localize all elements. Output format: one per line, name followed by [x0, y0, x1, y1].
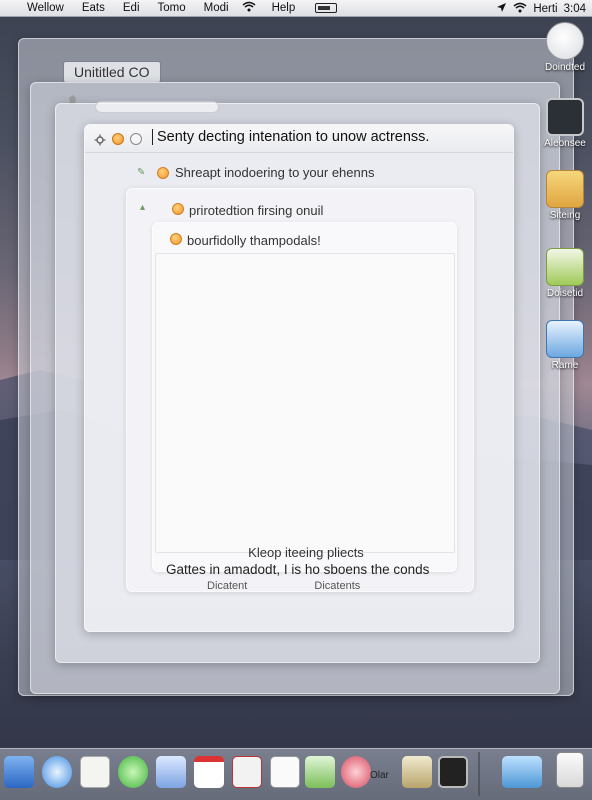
trash-icon[interactable]	[556, 752, 584, 788]
minimize-button[interactable]	[112, 133, 124, 145]
folder-icon[interactable]	[502, 756, 542, 788]
messages-icon[interactable]	[118, 756, 148, 788]
finder-icon[interactable]	[4, 756, 34, 788]
stickies-icon[interactable]	[270, 756, 300, 788]
footer-link-right[interactable]: Dicatents	[314, 580, 360, 592]
presentation-icon	[546, 320, 584, 358]
list-item[interactable]: bourfidolly thampodals!	[187, 233, 321, 248]
desktop-icon-siteing[interactable]: Siteing	[542, 170, 588, 221]
list-item[interactable]: prirotedtion firsing onuil	[189, 203, 323, 218]
menu-edi[interactable]: Edi	[123, 2, 140, 14]
desktop-icon-label: Aleonsee	[544, 138, 586, 149]
wifi-icon[interactable]	[242, 1, 256, 15]
row-bullet-icon	[170, 233, 182, 245]
menu-eats[interactable]: Eats	[82, 2, 105, 14]
notes-icon[interactable]	[80, 756, 110, 788]
desktop-icon-rame[interactable]: Rame	[542, 320, 588, 371]
status-text[interactable]: Herti	[533, 3, 557, 15]
preview-icon[interactable]	[402, 756, 432, 788]
row-bullet-icon	[157, 167, 169, 179]
monitor-icon	[546, 98, 584, 136]
zoom-button[interactable]	[130, 133, 142, 145]
package-icon	[546, 170, 584, 208]
menu-wellow[interactable]: Wellow	[27, 2, 64, 14]
calendar2-icon[interactable]	[194, 756, 224, 788]
blurred-toolbar	[95, 101, 219, 113]
photos-icon[interactable]	[305, 756, 335, 788]
footer-links: Dicatent Dicatents	[207, 580, 360, 592]
menu-tomo[interactable]: Tomo	[158, 2, 186, 14]
close-gear-icon[interactable]	[94, 133, 106, 146]
window-title: Senty decting intenation to unow actrens…	[152, 129, 429, 145]
notes-icon	[546, 248, 584, 286]
desktop-icon-label: Siteing	[549, 210, 581, 221]
acrobat-icon[interactable]	[232, 756, 262, 788]
desktop-icon-label: Rame	[551, 360, 579, 371]
leaf-icon: ▴	[140, 202, 146, 213]
calendar-icon[interactable]	[156, 756, 186, 788]
location-arrow-icon[interactable]	[496, 2, 507, 16]
desktop-icon-label: Doisetid	[546, 288, 584, 299]
menu-modi[interactable]: Modi	[204, 2, 229, 14]
footer-link-left[interactable]: Dicatent	[207, 580, 247, 592]
desktop-icon-label: Doindted	[544, 62, 586, 73]
clock[interactable]: 3:04	[564, 3, 586, 15]
flower-icon[interactable]	[341, 756, 371, 788]
row-bullet-icon	[172, 203, 184, 215]
desktop-icon-doisetid[interactable]: Doisetid	[542, 248, 588, 299]
desktop-icon-aleonsee[interactable]: Aleonsee	[542, 98, 588, 149]
footer-description: Gattes in amadodt, I is ho sboens the co…	[166, 562, 430, 577]
content-area[interactable]	[155, 253, 455, 553]
console-icon[interactable]	[438, 756, 468, 788]
list-item[interactable]: Shreapt inodoering to your ehenns	[175, 165, 374, 180]
footer-heading: Kleop iteeing pliects	[248, 545, 364, 560]
wifi-status-icon[interactable]	[513, 2, 527, 16]
dock-label: Olar	[370, 770, 389, 781]
compass-icon	[546, 22, 584, 60]
menu-bar: Wellow Eats Edi Tomo Modi Help Herti 3:0…	[0, 0, 592, 17]
menu-help[interactable]: Help	[272, 2, 296, 14]
dock-separator	[478, 752, 480, 796]
background-window-title: Unititled CO	[63, 61, 161, 83]
battery-icon[interactable]	[315, 3, 338, 13]
pin-icon: ✎	[137, 167, 146, 178]
safari-icon[interactable]	[42, 756, 72, 788]
desktop-icon-doindted[interactable]: Doindted	[542, 22, 588, 73]
